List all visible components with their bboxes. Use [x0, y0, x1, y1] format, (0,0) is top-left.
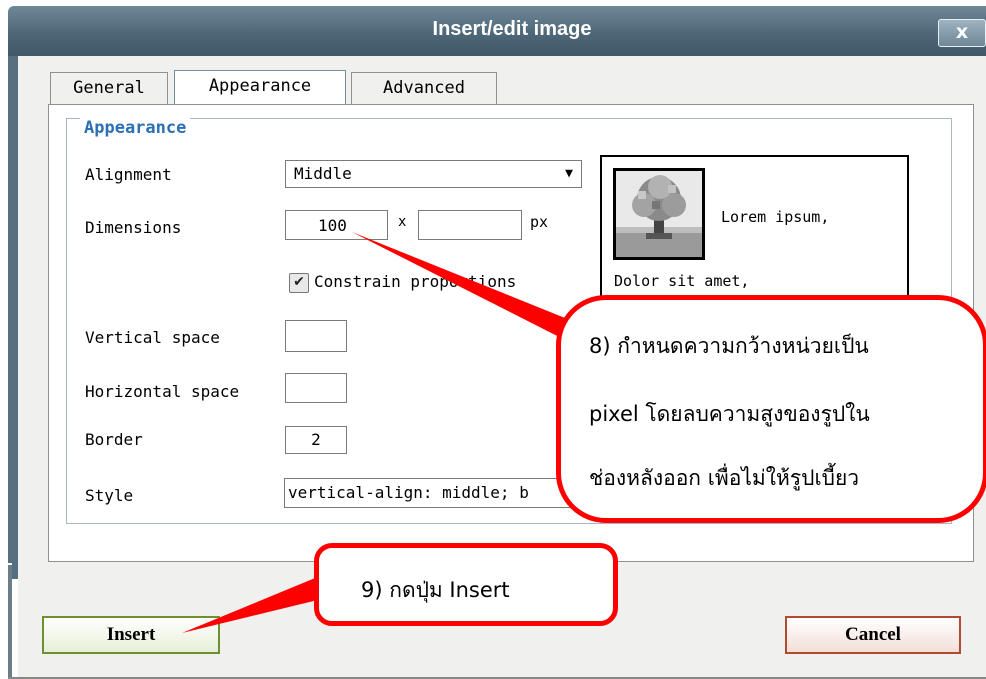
dropdown-arrow-icon: ▼	[565, 166, 573, 181]
preview-text-line1: Lorem ipsum,	[721, 208, 830, 226]
border-value: 2	[311, 430, 321, 449]
horizontal-space-label: Horizontal space	[85, 382, 240, 401]
border-label: Border	[85, 430, 143, 449]
width-input[interactable]: 100	[285, 210, 388, 240]
dialog-frame-left-lower	[8, 565, 12, 679]
close-button[interactable]: x	[938, 19, 986, 47]
style-label: Style	[85, 486, 134, 505]
height-input[interactable]	[418, 210, 522, 240]
note9-line1: 9) กดปุ่ม Insert	[361, 578, 510, 602]
image-preview: Lorem ipsum, Dolor sit amet,	[600, 155, 909, 309]
tab-appearance-label: Appearance	[208, 76, 312, 96]
tab-advanced[interactable]: Advanced	[351, 72, 497, 104]
tab-general-label: General	[73, 78, 145, 98]
tree-icon	[616, 171, 702, 257]
times-symbol: x	[398, 214, 407, 230]
cancel-button[interactable]: Cancel	[785, 616, 961, 654]
tab-general[interactable]: General	[50, 72, 168, 104]
preview-text-line2: Dolor sit amet,	[614, 272, 750, 290]
horizontal-space-input[interactable]	[285, 373, 347, 403]
alignment-select[interactable]: Middle ▼	[285, 160, 582, 188]
appearance-legend: Appearance	[80, 118, 191, 138]
style-value: vertical-align: middle; b	[288, 483, 529, 502]
width-value: 100	[318, 216, 347, 235]
alignment-selected-value: Middle	[294, 164, 352, 183]
alignment-label: Alignment	[85, 165, 172, 184]
constrain-proportions-label: Constrain proportions	[314, 272, 517, 291]
tree-image-thumbnail	[613, 168, 705, 260]
dialog-titlebar[interactable]: Insert/edit image x	[8, 6, 986, 56]
border-input[interactable]: 2	[285, 426, 347, 454]
tab-appearance[interactable]: Appearance	[174, 70, 346, 106]
note8-line3: ช่องหลังออก เพื่อไม่ให้รูปเบี้ยว	[589, 466, 860, 490]
tab-advanced-label: Advanced	[383, 78, 465, 98]
checkmark-icon: ✔	[293, 274, 305, 290]
vertical-space-input[interactable]	[285, 320, 347, 352]
annotation-callout-8: 8) กำหนดความกว้างหน่วยเป็น pixel โดยลบคว…	[556, 295, 986, 523]
note8-line1: 8) กำหนดความกว้างหน่วยเป็น	[589, 334, 869, 358]
insert-button[interactable]: Insert	[42, 616, 220, 654]
close-icon: x	[955, 21, 969, 43]
vertical-space-label: Vertical space	[85, 328, 220, 347]
dialog-title: Insert/edit image	[432, 18, 592, 40]
dialog-frame-left	[8, 56, 18, 579]
constrain-proportions-checkbox[interactable]: ✔	[289, 273, 309, 293]
note8-line2: pixel โดยลบความสูงของรูปใน	[589, 402, 870, 426]
unit-label: px	[530, 213, 549, 231]
dimensions-label: Dimensions	[85, 218, 182, 237]
style-input[interactable]: vertical-align: middle; b	[284, 478, 574, 508]
annotation-callout-9: 9) กดปุ่ม Insert	[314, 543, 618, 626]
